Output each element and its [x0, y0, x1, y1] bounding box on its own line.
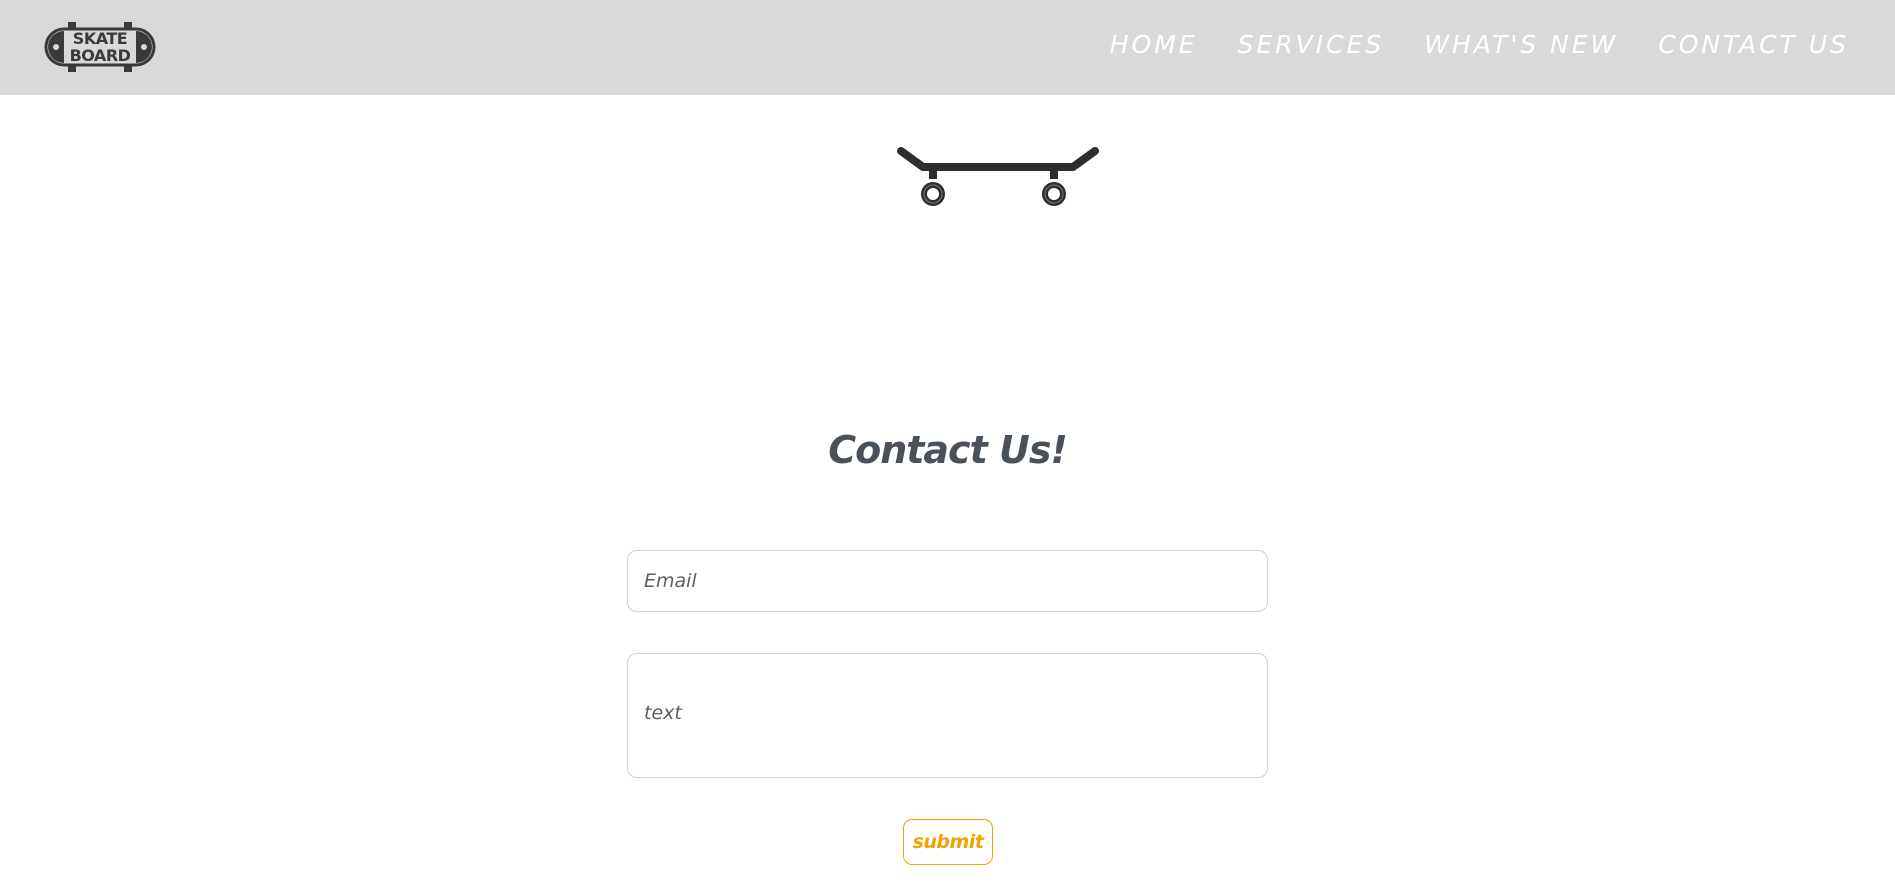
site-header: SKATE BOARD HOME SERVICES WHAT'S NEW CON…	[0, 0, 1895, 95]
message-textarea[interactable]	[627, 653, 1268, 778]
nav-services-link[interactable]: SERVICES	[1238, 28, 1385, 62]
main-nav: HOME SERVICES WHAT'S NEW CONTACT US	[1110, 28, 1849, 62]
email-field[interactable]	[627, 550, 1268, 612]
hero-skateboard	[895, 145, 1101, 215]
logo[interactable]: SKATE BOARD	[44, 18, 156, 75]
nav-home-link[interactable]: HOME	[1110, 28, 1198, 62]
logo-text-line2: BOARD	[69, 45, 131, 65]
logo-text-line1: SKATE	[72, 28, 128, 48]
contact-title: Contact Us!	[828, 428, 1068, 472]
skateboard-icon	[897, 147, 1099, 206]
logo-text: SKATE BOARD	[44, 18, 156, 75]
nav-contact-us-link[interactable]: CONTACT US	[1658, 28, 1849, 62]
submit-button[interactable]: submit	[903, 819, 993, 865]
nav-whats-new-link[interactable]: WHAT'S NEW	[1424, 28, 1618, 62]
